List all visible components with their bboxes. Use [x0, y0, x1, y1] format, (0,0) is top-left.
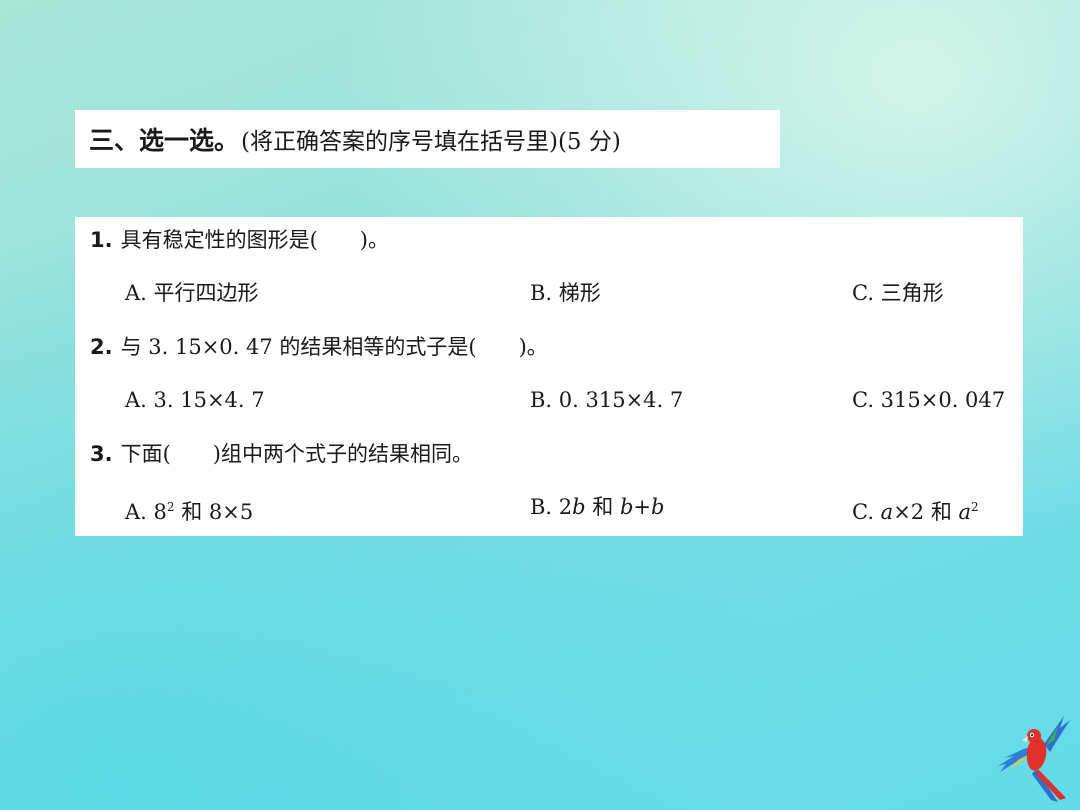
option-2b: B. 0. 315×4. 7: [530, 388, 684, 412]
option-3b-operator: +: [633, 495, 652, 519]
question-1: 1. 具有稳定性的图形是( )。: [90, 225, 389, 255]
option-3a-rest: 和 8×5: [174, 500, 254, 524]
option-1a: A. 平行四边形: [125, 281, 259, 305]
parrot-icon: [998, 716, 1070, 802]
option-3c-prefix: C.: [852, 500, 881, 524]
option-3c-var: a: [880, 500, 894, 524]
option-2c: C. 315×0. 047: [852, 388, 1006, 412]
section-header: 三、选一选。 (将正确答案的序号填在括号里)(5 分): [75, 110, 780, 168]
question-number: 3.: [90, 442, 113, 466]
option-3b-var: b: [619, 495, 634, 519]
question-2: 2. 与 3. 15×0. 47 的结果相等的式子是( )。: [90, 332, 548, 362]
question-text: 与 3. 15×0. 47 的结果相等的式子是( )。: [120, 335, 548, 359]
option-2a: A. 3. 15×4. 7: [125, 388, 265, 412]
question-text: 下面( )组中两个式子的结果相同。: [120, 442, 473, 466]
question-text: 具有稳定性的图形是( )。: [120, 228, 389, 252]
option-3a-exponent: 2: [166, 500, 175, 514]
option-3c-var: a: [958, 500, 972, 524]
option-3b-prefix: B. 2: [530, 495, 573, 519]
option-3c-mid: ×2 和: [893, 500, 959, 524]
option-3b: B. 2b 和 b+b: [530, 492, 664, 522]
questions-card: 1. 具有稳定性的图形是( )。 A. 平行四边形 B. 梯形 C. 三角形 2.…: [75, 217, 1023, 536]
option-3b-mid: 和: [585, 495, 620, 519]
option-3c-exponent: 2: [971, 500, 979, 514]
option-1c: C. 三角形: [852, 281, 944, 305]
section-title: 三、选一选。: [89, 126, 240, 155]
option-3a-base: A. 8: [125, 500, 167, 524]
question-3: 3. 下面( )组中两个式子的结果相同。: [90, 439, 473, 469]
option-3a: A. 82 和 8×5: [125, 492, 254, 524]
section-instruction: (将正确答案的序号填在括号里)(5 分): [241, 129, 621, 155]
question-number: 1.: [90, 228, 113, 252]
option-3b-var: b: [572, 495, 586, 519]
option-1b: B. 梯形: [530, 281, 601, 305]
option-3c: C. a×2 和 a2: [852, 492, 979, 524]
question-number: 2.: [90, 335, 113, 359]
option-3b-var: b: [651, 495, 665, 519]
